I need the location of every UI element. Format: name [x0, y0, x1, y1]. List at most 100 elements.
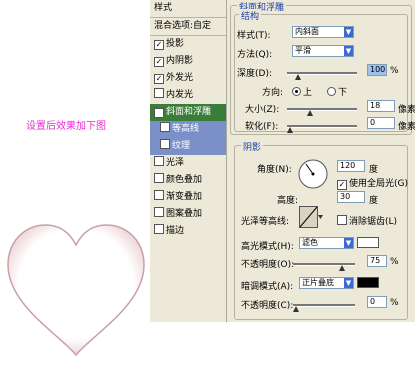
style-item-1[interactable]: ✓ 内阴影 — [150, 53, 226, 70]
highlight-opacity-label: 不透明度(O): — [241, 260, 295, 270]
shadow-opacity-unit: % — [390, 298, 399, 308]
altitude-input[interactable]: 30 — [337, 191, 365, 203]
shadow-mode-label: 暗调模式(A): — [241, 282, 294, 292]
highlight-color-swatch[interactable] — [357, 237, 379, 248]
shadow-opacity-thumb[interactable] — [293, 306, 299, 312]
size-slider-thumb[interactable] — [307, 110, 313, 116]
style-item-3[interactable]: 内发光 — [150, 87, 226, 104]
soften-slider-thumb[interactable] — [287, 127, 293, 133]
checkbox-icon[interactable] — [154, 88, 164, 98]
blending-options-item[interactable]: 混合选项:自定 — [150, 18, 226, 35]
checkbox-icon[interactable] — [160, 122, 170, 132]
angle-input[interactable]: 120 — [337, 160, 365, 172]
direction-label: 方向: — [262, 88, 284, 98]
heart-preview — [7, 224, 145, 357]
soften-slider[interactable] — [287, 125, 357, 128]
style-item-4[interactable]: ✓ 斜面和浮雕 — [150, 104, 226, 121]
angle-dial[interactable] — [297, 158, 329, 190]
style-item-label: 内阴影 — [166, 56, 194, 66]
altitude-unit: 度 — [369, 196, 379, 206]
style-dropdown-value: 内斜面 — [295, 27, 319, 36]
highlight-opacity-unit: % — [390, 257, 399, 267]
checkbox-icon[interactable] — [154, 156, 164, 166]
size-input[interactable]: 18 — [367, 100, 395, 112]
angle-label: 角度(N): — [257, 165, 292, 175]
direction-down-radio[interactable]: 下 — [327, 85, 347, 98]
checkbox-icon[interactable] — [160, 139, 170, 149]
depth-unit: % — [390, 66, 399, 76]
style-dropdown[interactable]: 内斜面 ▼ — [292, 26, 354, 38]
style-item-11[interactable]: 描边 — [150, 223, 226, 240]
style-item-10[interactable]: 图案叠加 — [150, 206, 226, 223]
style-item-7[interactable]: 光泽 — [150, 155, 226, 172]
soften-label: 软化(F): — [245, 122, 279, 132]
antialiased-label: 消除锯齿(L) — [349, 217, 398, 227]
checkbox-icon[interactable] — [154, 190, 164, 200]
style-item-label: 颜色叠加 — [166, 175, 203, 185]
altitude-label: 高度: — [277, 196, 299, 206]
direction-down-label: 下 — [338, 88, 348, 98]
checkbox-checked-icon: ✓ — [337, 180, 347, 190]
checkbox-checked-icon[interactable]: ✓ — [154, 74, 164, 84]
global-light-label: 使用全局光(G) — [349, 179, 408, 189]
depth-slider-thumb[interactable] — [295, 74, 301, 80]
depth-label: 深度(D): — [237, 69, 272, 79]
checkbox-icon[interactable] — [154, 207, 164, 217]
shadow-mode-dropdown[interactable]: 正片叠底 ▼ — [299, 277, 354, 289]
style-item-label: 外发光 — [166, 73, 194, 83]
highlight-mode-value: 滤色 — [302, 238, 318, 247]
global-light-checkbox[interactable]: ✓ 使用全局光(G) — [337, 176, 408, 190]
style-item-2[interactable]: ✓ 外发光 — [150, 70, 226, 87]
style-item-5[interactable]: 等高线 — [150, 121, 226, 138]
style-item-9[interactable]: 渐变叠加 — [150, 189, 226, 206]
soften-input[interactable]: 0 — [367, 117, 395, 129]
styles-list-panel: 样式 混合选项:自定 ✓ 投影 ✓ 内阴影 ✓ 外发光 内发光 ✓ 斜面和浮雕 等高线 纹理 光泽 颜色… — [150, 0, 227, 322]
shadow-opacity-label: 不透明度(C): — [241, 301, 294, 311]
style-item-label: 斜面和浮雕 — [166, 107, 212, 117]
highlight-mode-label: 高光模式(H): — [241, 242, 294, 252]
style-item-label: 纹理 — [172, 141, 191, 151]
technique-dropdown[interactable]: 平滑 ▼ — [292, 45, 354, 57]
styles-title: 样式 — [150, 0, 226, 17]
highlight-opacity-slider[interactable] — [293, 263, 355, 266]
checkbox-checked-icon[interactable]: ✓ — [154, 40, 164, 50]
soften-unit: 像素 — [398, 122, 415, 132]
antialiased-checkbox[interactable]: 消除锯齿(L) — [337, 214, 397, 227]
checkbox-checked-icon[interactable]: ✓ — [154, 108, 164, 118]
chevron-down-icon: ▼ — [344, 238, 353, 248]
shadow-opacity-input[interactable]: 0 — [367, 296, 387, 308]
style-item-6[interactable]: 纹理 — [150, 138, 226, 155]
highlight-opacity-input[interactable]: 75 — [367, 255, 387, 267]
angle-unit: 度 — [369, 165, 379, 175]
highlight-mode-dropdown[interactable]: 滤色 ▼ — [299, 237, 354, 249]
technique-dropdown-value: 平滑 — [295, 46, 311, 55]
shadow-opacity-slider[interactable] — [293, 304, 355, 307]
style-item-0[interactable]: ✓ 投影 — [150, 36, 226, 53]
style-item-label: 等高线 — [172, 124, 200, 134]
radio-selected-icon — [292, 87, 301, 96]
checkbox-checked-icon[interactable]: ✓ — [154, 57, 164, 67]
chevron-down-icon: ▼ — [344, 278, 353, 288]
highlight-opacity-thumb[interactable] — [339, 265, 345, 271]
style-item-label: 内发光 — [166, 90, 194, 100]
checkbox-icon — [337, 215, 347, 225]
structure-group-title: 结构 — [239, 9, 262, 22]
style-label: 样式(T): — [237, 31, 271, 41]
shading-group-title: 阴影 — [241, 140, 264, 153]
chevron-down-icon: ▼ — [344, 27, 353, 37]
chevron-down-icon: ▼ — [344, 46, 353, 56]
style-item-label: 描边 — [166, 226, 185, 236]
size-unit: 像素 — [398, 105, 415, 115]
heart-shape — [7, 224, 145, 357]
direction-up-radio[interactable]: 上 — [292, 85, 312, 98]
technique-label: 方法(Q): — [237, 50, 273, 60]
depth-input[interactable]: 100 — [367, 64, 387, 76]
size-slider[interactable] — [287, 108, 357, 111]
gloss-contour-picker[interactable] — [299, 206, 323, 228]
bevel-emboss-options-panel: 斜面和浮雕 结构 样式(T): 内斜面 ▼ 方法(Q): 平滑 ▼ 深度(D):… — [227, 0, 415, 322]
shadow-color-swatch[interactable] — [357, 277, 379, 288]
checkbox-icon[interactable] — [154, 224, 164, 234]
checkbox-icon[interactable] — [154, 173, 164, 183]
size-label: 大小(Z): — [245, 105, 280, 115]
style-item-8[interactable]: 颜色叠加 — [150, 172, 226, 189]
